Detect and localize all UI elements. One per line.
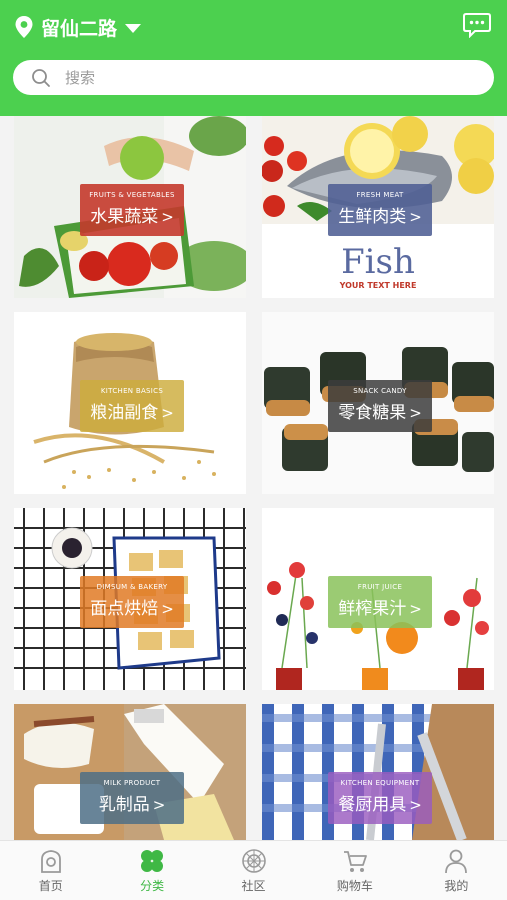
category-card-kitchen-equipment[interactable]: KITCHEN EQUIPMENT 餐厨用具 >	[262, 704, 494, 840]
category-label-zh: 粮油副食 >	[80, 398, 184, 423]
search-icon	[32, 68, 50, 87]
user-icon	[445, 849, 468, 873]
category-label: MILK PRODUCT 乳制品 >	[80, 772, 184, 824]
chevron-right-icon: >	[409, 600, 422, 618]
tab-cart[interactable]: 购物车	[304, 841, 405, 900]
location-pin-icon	[15, 16, 33, 38]
category-name: 乳制品	[98, 795, 150, 815]
chevron-right-icon: >	[161, 600, 174, 618]
chevron-right-icon: >	[409, 796, 422, 814]
search-bar[interactable]: 搜索	[13, 60, 494, 95]
category-card-kitchen-basics[interactable]: KITCHEN BASICS 粮油副食 >	[14, 312, 246, 494]
category-name: 餐厨用具	[338, 795, 407, 815]
category-label-en: FRESH MEAT	[356, 191, 404, 199]
tab-profile[interactable]: 我的	[406, 841, 507, 900]
location-selector[interactable]: 留仙二路	[14, 12, 142, 42]
category-grid: FRUITS & VEGETABLES 水果蔬菜 > Fish YOUR TEXT…	[0, 116, 507, 840]
category-label-zh: 鲜榨果汁 >	[328, 594, 432, 619]
category-label-zh: 零食糖果 >	[328, 398, 432, 423]
community-icon	[241, 848, 266, 873]
category-card-milk-product[interactable]: MILK PRODUCT 乳制品 >	[14, 704, 246, 840]
bottom-tab-bar: 首页 分类 社区 购物车 我的	[0, 840, 507, 900]
category-label-en: MILK PRODUCT	[103, 779, 161, 787]
category-label: KITCHEN BASICS 粮油副食 >	[80, 380, 184, 432]
category-label: SNACK CANDY 零食糖果 >	[328, 380, 432, 432]
tab-label: 分类	[140, 878, 165, 893]
category-label-zh: 生鲜肉类 >	[328, 202, 432, 227]
category-label-en: DIMSUM & BAKERY	[96, 583, 168, 591]
chevron-right-icon: >	[152, 796, 166, 814]
category-label: FRUIT JUICE 鲜榨果汁 >	[328, 576, 432, 628]
category-name: 面点烘焙	[90, 599, 159, 619]
tab-label: 首页	[38, 878, 63, 893]
category-name: 水果蔬菜	[90, 207, 159, 227]
category-label-en: KITCHEN BASICS	[100, 387, 164, 395]
category-card-dimsum-bakery[interactable]: DIMSUM & BAKERY 面点烘焙 >	[14, 508, 246, 690]
category-label: FRUITS & VEGETABLES 水果蔬菜 >	[80, 184, 184, 236]
category-label-zh: 乳制品 >	[80, 790, 184, 815]
chevron-right-icon: >	[409, 404, 422, 422]
category-label: DIMSUM & BAKERY 面点烘焙 >	[80, 576, 184, 628]
category-label: FRESH MEAT 生鲜肉类 >	[328, 184, 432, 236]
category-label-en: FRUITS & VEGETABLES	[89, 191, 175, 199]
location-name: 留仙二路	[41, 17, 118, 40]
chevron-right-icon: >	[161, 404, 174, 422]
tab-label: 购物车	[336, 878, 373, 893]
category-card-snack-candy[interactable]: SNACK CANDY 零食糖果 >	[262, 312, 494, 494]
category-label-zh: 餐厨用具 >	[328, 790, 432, 815]
tab-category[interactable]: 分类	[101, 841, 202, 900]
category-label-en: KITCHEN EQUIPMENT	[340, 779, 420, 787]
message-icon[interactable]	[463, 12, 491, 38]
home-icon	[40, 849, 61, 873]
category-name: 粮油副食	[90, 403, 159, 423]
category-card-fruits-vegetables[interactable]: FRUITS & VEGETABLES 水果蔬菜 >	[14, 116, 246, 298]
tab-community[interactable]: 社区	[203, 841, 304, 900]
chevron-right-icon: >	[161, 208, 174, 226]
category-card-fresh-meat[interactable]: Fish YOUR TEXT HERE FRESH MEAT 生鲜肉类 >	[262, 116, 494, 298]
category-icon	[141, 849, 164, 872]
category-name: 生鲜肉类	[338, 207, 407, 227]
dropdown-caret-icon	[125, 23, 142, 33]
category-label: KITCHEN EQUIPMENT 餐厨用具 >	[328, 772, 432, 824]
category-card-fruit-juice[interactable]: FRUIT JUICE 鲜榨果汁 >	[262, 508, 494, 690]
poster-subtitle: YOUR TEXT HERE	[339, 281, 417, 290]
tab-label: 社区	[241, 878, 266, 893]
category-label-zh: 水果蔬菜 >	[80, 202, 184, 227]
category-label-en: SNACK CANDY	[353, 387, 407, 395]
app-header: 留仙二路 搜索	[0, 0, 507, 116]
search-input[interactable]: 搜索	[65, 67, 95, 88]
category-name: 零食糖果	[338, 403, 407, 423]
chevron-right-icon: >	[409, 208, 422, 226]
category-name: 鲜榨果汁	[338, 599, 407, 619]
cart-icon	[343, 850, 367, 872]
category-label-zh: 面点烘焙 >	[80, 594, 184, 619]
tab-home[interactable]: 首页	[0, 841, 101, 900]
poster-title: Fish	[341, 242, 415, 282]
category-label-en: FRUIT JUICE	[357, 583, 403, 591]
tab-label: 我的	[444, 878, 469, 893]
